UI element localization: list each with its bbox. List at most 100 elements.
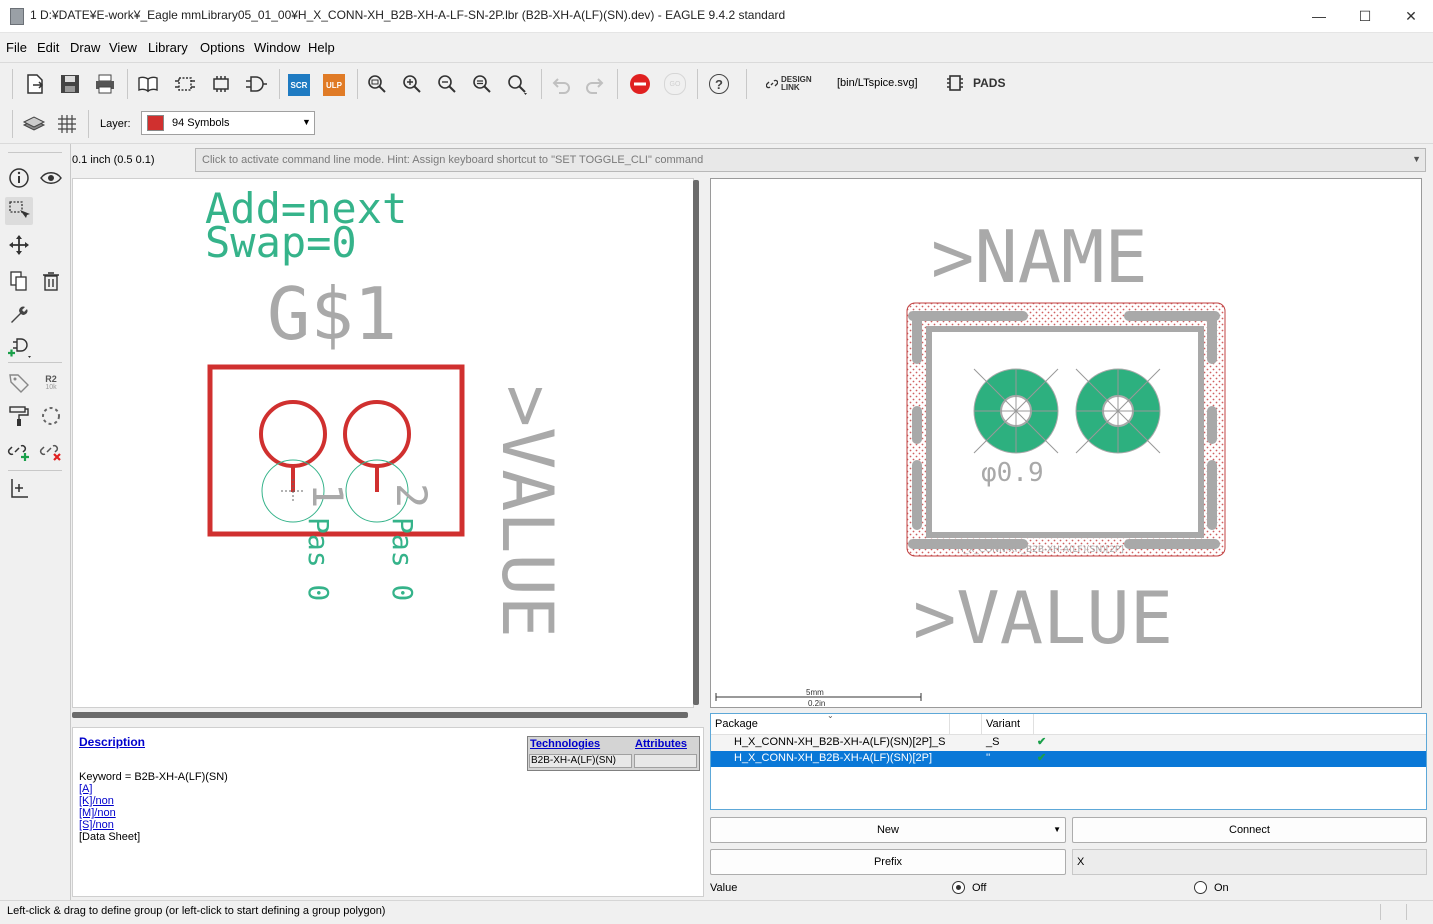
- move-icon[interactable]: [5, 231, 33, 259]
- zoom-fit-icon[interactable]: [362, 69, 392, 99]
- library-book-icon[interactable]: [133, 69, 163, 99]
- attributes-header[interactable]: Attributes: [635, 738, 687, 750]
- pin-number-1: 1: [303, 483, 352, 508]
- prefix-field[interactable]: X: [1072, 849, 1427, 875]
- link-a[interactable]: [A]: [79, 783, 140, 795]
- chevron-down-icon: ▼: [1053, 825, 1061, 834]
- value-on-radio[interactable]: [1194, 881, 1207, 894]
- symbol-canvas[interactable]: Add=next Swap=0 G$1 1 2 Pas 0 Pas 0 >VAL…: [72, 178, 694, 708]
- pin-circle-1: [259, 400, 327, 468]
- layer-color-swatch: [147, 115, 164, 131]
- design-link-button[interactable]: DESIGN LINK: [766, 76, 812, 92]
- symbol-hscrollbar[interactable]: [72, 712, 688, 718]
- go-icon[interactable]: GO: [660, 69, 690, 99]
- pin-direction-1: Pas 0: [302, 517, 335, 601]
- menu-draw[interactable]: Draw: [70, 40, 100, 55]
- link-k[interactable]: [K]/non: [79, 795, 140, 807]
- save-icon[interactable]: [55, 69, 85, 99]
- print-icon[interactable]: [90, 69, 120, 99]
- tag-icon[interactable]: [5, 369, 33, 397]
- check-icon: ✔: [1037, 752, 1047, 764]
- stop-icon[interactable]: [625, 69, 655, 99]
- link-m[interactable]: [M]/non: [79, 807, 140, 819]
- package-table-header: Package ⌄ Variant: [711, 711, 1426, 735]
- wrench-icon[interactable]: [5, 300, 33, 328]
- variant-links: [A] [K]/non [M]/non [S]/non [Data Sheet]: [79, 783, 140, 843]
- show-eye-icon[interactable]: [37, 164, 65, 192]
- menu-help[interactable]: Help: [308, 40, 335, 55]
- zoom-select-icon[interactable]: [503, 69, 533, 99]
- column-package[interactable]: Package: [715, 718, 758, 730]
- info-icon[interactable]: [5, 164, 33, 192]
- swap-text: Swap=0: [205, 218, 357, 267]
- menu-view[interactable]: View: [109, 40, 137, 55]
- scale-top: 5mm: [806, 688, 824, 697]
- pad-2-cross: [1075, 368, 1161, 454]
- ulp-icon: ULP: [323, 74, 345, 96]
- table-row-selected[interactable]: H_X_CONN-XH_B2B-XH-A(LF)(SN)[2P] '' ✔: [711, 751, 1426, 767]
- layers-icon[interactable]: [19, 109, 49, 139]
- command-line-hint: Click to activate command line mode. Hin…: [202, 154, 704, 166]
- value-on-label: On: [1214, 882, 1229, 894]
- parameter-toolbar: Layer: 94 Symbols ▼: [0, 105, 1433, 144]
- minimize-button[interactable]: —: [1296, 0, 1342, 32]
- prefix-button[interactable]: Prefix: [710, 849, 1066, 875]
- status-text: Left-click & drag to define group (or le…: [7, 905, 386, 917]
- smash-icon[interactable]: [37, 402, 65, 430]
- symbol-vscrollbar[interactable]: [693, 180, 699, 705]
- zoom-in-icon[interactable]: [397, 69, 427, 99]
- table-row[interactable]: H_X_CONN-XH_B2B-XH-A(LF)(SN)[2P]_S _S ✔: [711, 735, 1426, 751]
- close-button[interactable]: ✕: [1388, 0, 1433, 32]
- value-r2-button[interactable]: R2 10k: [37, 369, 65, 397]
- zoom-out-icon[interactable]: [432, 69, 462, 99]
- menu-library[interactable]: Library: [148, 40, 188, 55]
- scr-button[interactable]: SCR: [284, 70, 314, 100]
- connect-button[interactable]: Connect: [1072, 817, 1427, 843]
- add-gate-icon[interactable]: [5, 334, 33, 362]
- menu-bar: File Edit Draw View Library Options Wind…: [0, 33, 1433, 61]
- column-variant[interactable]: Variant: [986, 718, 1020, 730]
- copy-icon[interactable]: [5, 267, 33, 295]
- ulp-path-button[interactable]: [bin/LTspice.svg]: [837, 77, 918, 89]
- link-s[interactable]: [S]/non: [79, 819, 140, 831]
- pads-button[interactable]: PADS: [945, 73, 1005, 93]
- connect-remove-icon[interactable]: [37, 437, 65, 465]
- description-link[interactable]: Description: [79, 735, 145, 749]
- group-select-icon[interactable]: [5, 197, 33, 225]
- pin-circle-2: [343, 400, 411, 468]
- chevron-down-icon[interactable]: ▼: [1412, 154, 1421, 164]
- connect-add-icon[interactable]: [5, 437, 33, 465]
- redo-icon[interactable]: [580, 69, 610, 99]
- technologies-header[interactable]: Technologies: [530, 738, 600, 750]
- new-button[interactable]: New ▼: [710, 817, 1066, 843]
- open-icon[interactable]: [20, 69, 50, 99]
- sort-chevron-icon: ⌄: [827, 711, 834, 720]
- menu-window[interactable]: Window: [254, 40, 300, 55]
- window-title: 1 D:¥DATE¥E-work¥_Eagle mmLibrary05_01_0…: [30, 8, 786, 22]
- layer-select[interactable]: 94 Symbols ▼: [141, 111, 315, 135]
- menu-options[interactable]: Options: [200, 40, 245, 55]
- pin-direction-2: Pas 0: [386, 517, 419, 601]
- mark-origin-icon[interactable]: [5, 474, 33, 502]
- gate-name: G$1: [267, 272, 397, 356]
- menu-file[interactable]: File: [6, 40, 27, 55]
- package-icon[interactable]: [206, 69, 236, 99]
- paint-roller-icon[interactable]: [5, 402, 33, 430]
- zoom-redraw-icon[interactable]: [467, 69, 497, 99]
- layer-value: 94 Symbols: [172, 117, 230, 129]
- help-icon[interactable]: ?: [704, 69, 734, 99]
- pad-1-cross: [973, 368, 1059, 454]
- ulp-button[interactable]: ULP: [319, 70, 349, 100]
- undo-icon[interactable]: [546, 69, 576, 99]
- delete-icon[interactable]: [37, 267, 65, 295]
- command-line-input[interactable]: Click to activate command line mode. Hin…: [195, 148, 1426, 172]
- keyword-text: Keyword = B2B-XH-A(LF)(SN): [79, 771, 228, 783]
- coordinate-display: 0.1 inch (0.5 0.1): [72, 154, 155, 166]
- status-bar: Left-click & drag to define group (or le…: [0, 900, 1433, 924]
- grid-icon[interactable]: [52, 109, 82, 139]
- menu-edit[interactable]: Edit: [37, 40, 59, 55]
- symbol-icon[interactable]: [241, 69, 271, 99]
- maximize-button[interactable]: ☐: [1342, 0, 1388, 32]
- value-off-radio[interactable]: [952, 881, 965, 894]
- device-icon[interactable]: [170, 69, 200, 99]
